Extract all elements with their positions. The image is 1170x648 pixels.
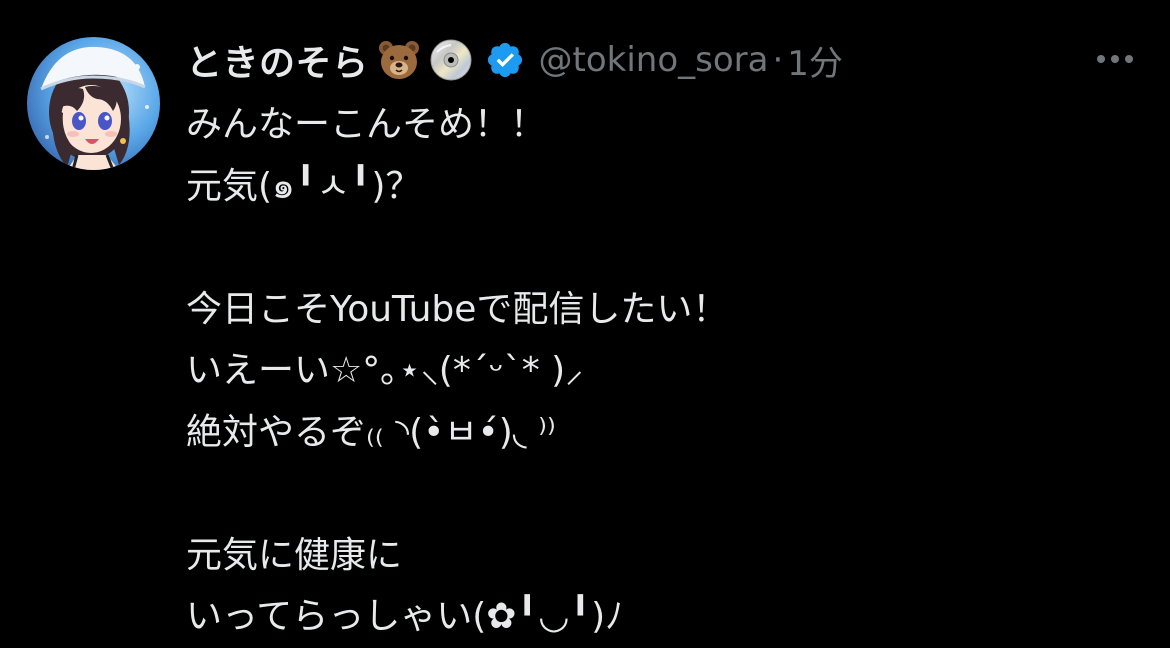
dvd-disc-emoji xyxy=(429,38,473,82)
tweet-line: みんなーこんそめ！！ xyxy=(186,104,547,145)
separator-dot: · xyxy=(772,40,784,80)
user-handle[interactable]: @tokino_sora xyxy=(539,40,769,80)
tweet-line: 今日こそYouTubeで配信したい！ xyxy=(186,288,729,330)
more-dot xyxy=(1125,55,1133,63)
tweet-line: 元気(๑╹ㅅ╹)？ xyxy=(186,165,422,207)
tweet-line: いってらっしゃい(✿╹◡╹)ﾉ xyxy=(186,596,624,637)
more-dot xyxy=(1111,55,1119,63)
verified-badge-icon[interactable] xyxy=(485,40,525,80)
timestamp[interactable]: 1分 xyxy=(787,36,843,85)
display-name[interactable]: ときのそら xyxy=(186,34,369,86)
tweet-line: 絶対やるぞ₍₍ ◝(•̀ㅂ•́)◟ ⁾⁾ xyxy=(186,411,556,453)
tweet[interactable]: ときのそら @tokino_sora · 1分 みんなーこんそめ！！ 元気(๑╹… xyxy=(0,0,1170,637)
more-dots-icon[interactable] xyxy=(1090,44,1140,74)
bear-face-emoji xyxy=(377,38,421,82)
tweet-header: ときのそら @tokino_sora · 1分 xyxy=(186,30,843,90)
tweet-text: みんなーこんそめ！！ 元気(๑╹ㅅ╹)？ 今日こそYouTubeで配信したい！ … xyxy=(186,94,1146,648)
more-dot xyxy=(1097,55,1105,63)
avatar[interactable] xyxy=(27,37,160,170)
avatar-illustration xyxy=(27,37,160,170)
tweet-line: いえーい☆°｡⋆⸜(*ˊᵕˋ* )⸝ xyxy=(186,350,584,391)
tweet-line: 元気に健康に xyxy=(186,534,403,576)
